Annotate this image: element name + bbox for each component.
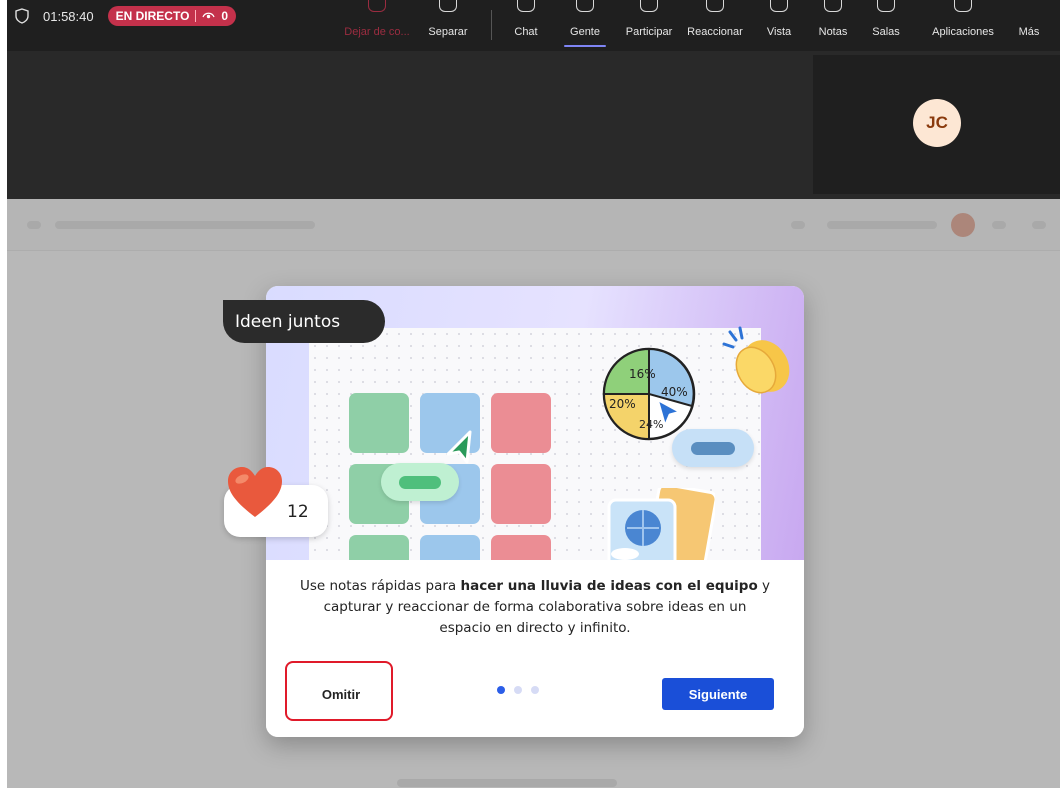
chat-button[interactable]: Chat: [507, 0, 545, 51]
annotation-highlight: [285, 661, 393, 721]
apps-label: Aplicaciones: [932, 26, 994, 38]
participant-tile[interactable]: JC: [813, 55, 1060, 194]
pop-out-label: Separar: [428, 26, 468, 38]
pagination-dots: [497, 686, 539, 694]
pie-label: 16%: [629, 367, 656, 381]
react-button[interactable]: Reaccionar: [681, 0, 749, 51]
meeting-timer: 01:58:40: [43, 8, 94, 24]
video-stage: JC: [7, 51, 1060, 199]
react-label: Reaccionar: [687, 26, 743, 38]
pop-out-icon: [439, 0, 457, 12]
more-button[interactable]: Más: [1013, 0, 1045, 51]
reaction-card: 12: [224, 467, 328, 537]
chat-label: Chat: [514, 26, 538, 38]
apps-button[interactable]: Aplicaciones: [925, 0, 1001, 51]
reaction-count: 12: [287, 502, 309, 522]
sticky-note: [491, 393, 551, 453]
more-label: Más: [1018, 26, 1040, 38]
feature-title-badge: Ideen juntos: [223, 300, 385, 343]
description-highlight: hacer una lluvia de ideas con el equipo: [460, 578, 758, 594]
stop-share-icon: [368, 0, 386, 12]
raise-hand-label: Participar: [625, 26, 673, 38]
sticky-note: [491, 464, 551, 524]
avatar: JC: [913, 99, 961, 147]
sticky-note: [349, 393, 409, 453]
heart-icon: [226, 465, 284, 523]
pop-out-button[interactable]: Separar: [419, 0, 477, 51]
rooms-button[interactable]: Salas: [868, 0, 904, 51]
chat-icon: [517, 0, 535, 12]
rooms-label: Salas: [872, 26, 900, 38]
next-button[interactable]: Siguiente: [662, 678, 774, 710]
shield-icon: [15, 8, 29, 24]
viewer-count: 0: [221, 9, 229, 23]
notes-button[interactable]: Notas: [813, 0, 853, 51]
description-text: Use notas rápidas para: [299, 578, 461, 594]
more-icon: [1020, 0, 1038, 12]
apps-icon: [954, 0, 972, 12]
toolbar-divider: [491, 10, 492, 40]
green-tag-shape: [381, 463, 459, 501]
view-label: Vista: [766, 26, 792, 38]
live-label: EN DIRECTO: [115, 9, 190, 23]
eye-icon: [202, 9, 216, 23]
smiley-icon: [706, 0, 724, 12]
stop-sharing-label: Dejar de co...: [344, 26, 410, 38]
notes-label: Notas: [818, 26, 848, 38]
view-button[interactable]: Vista: [758, 0, 800, 51]
meeting-status: 01:58:40 EN DIRECTO 0: [15, 6, 237, 26]
dialog-description: Use notas rápidas para hacer una lluvia …: [296, 576, 774, 639]
pointer-icon: [653, 396, 685, 434]
hand-icon: [640, 0, 658, 12]
live-divider: [195, 10, 197, 22]
live-badge: EN DIRECTO 0: [107, 6, 237, 26]
cursor-icon: [445, 430, 475, 468]
clapping-hands-icon: [716, 322, 796, 406]
raise-hand-button[interactable]: Participar: [619, 0, 679, 51]
people-label: Gente: [570, 26, 600, 38]
view-icon: [770, 0, 788, 12]
rooms-icon: [877, 0, 895, 12]
whiteboard-preview: 16% 40% 20% 24%: [309, 328, 761, 595]
page-dot[interactable]: [514, 686, 522, 694]
page-dot[interactable]: [531, 686, 539, 694]
page-dot-active[interactable]: [497, 686, 505, 694]
meeting-toolbar: 01:58:40 EN DIRECTO 0 Dejar de co... Sep…: [7, 0, 1060, 51]
stop-sharing-button[interactable]: Dejar de co...: [342, 0, 412, 51]
pie-label: 20%: [609, 397, 636, 411]
people-icon: [576, 0, 594, 12]
notes-icon: [824, 0, 842, 12]
people-button[interactable]: Gente: [560, 0, 610, 51]
